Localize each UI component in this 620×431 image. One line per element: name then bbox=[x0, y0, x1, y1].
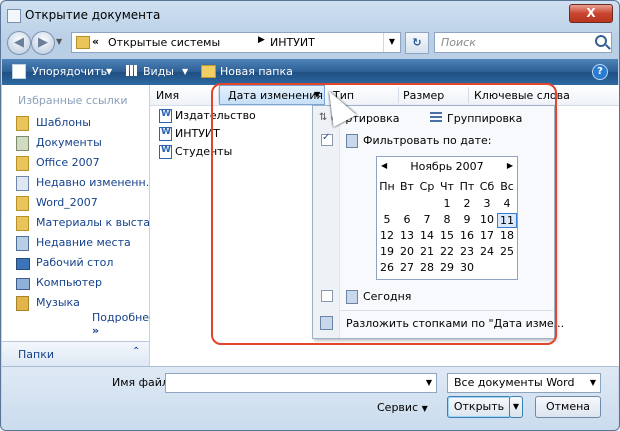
desktop-icon bbox=[16, 258, 30, 270]
folders-bar[interactable]: Папки ⌃ bbox=[2, 341, 149, 367]
word-document-icon bbox=[159, 109, 172, 123]
views-button[interactable]: Виды bbox=[143, 65, 174, 78]
sidebar-item-label: Документы bbox=[36, 136, 102, 149]
command-bar: Упорядочить ▼ Виды ▼ Новая папка ? bbox=[2, 59, 618, 85]
open-dialog: Открытие документа X ◀ ▶ ▼ « Открытые си… bbox=[0, 0, 620, 431]
address-dropdown-button[interactable]: ▼ bbox=[383, 33, 400, 52]
search-icon[interactable] bbox=[595, 35, 607, 47]
breadcrumb-overflow-icon[interactable]: « bbox=[92, 35, 99, 48]
address-bar[interactable]: « Открытые системы ▶ ИНТУИТ ▼ bbox=[71, 32, 401, 53]
open-button[interactable]: Открыть bbox=[447, 396, 511, 418]
recent-pages-dropdown[interactable]: ▼ bbox=[56, 37, 62, 46]
breadcrumb-separator-icon[interactable]: ▶ bbox=[258, 35, 265, 45]
sidebar-item-label: Word_2007 bbox=[36, 196, 98, 209]
column-header-name[interactable]: Имя bbox=[156, 89, 179, 102]
cancel-button[interactable]: Отмена bbox=[535, 396, 601, 418]
documents-icon bbox=[16, 136, 29, 151]
sidebar-item-label: Рабочий стол bbox=[36, 256, 114, 269]
folder-icon bbox=[16, 116, 29, 131]
views-dropdown-icon[interactable]: ▼ bbox=[182, 67, 188, 76]
back-button[interactable]: ◀ bbox=[7, 31, 31, 55]
title-bar: Открытие документа X bbox=[1, 1, 619, 29]
views-icon bbox=[126, 65, 137, 76]
highlight-frame bbox=[211, 83, 557, 345]
favorite-links-title: Избранные ссылки bbox=[18, 94, 128, 107]
word-document-icon bbox=[159, 145, 172, 159]
file-type-value: Все документы Word bbox=[454, 376, 575, 389]
sidebar-item-label: Материалы к выста... bbox=[36, 216, 161, 229]
breadcrumb-item[interactable]: ИНТУИТ bbox=[270, 36, 315, 49]
service-button[interactable]: Сервис ▼ bbox=[377, 401, 428, 414]
filename-dropdown-icon[interactable]: ▼ bbox=[422, 374, 436, 392]
dialog-footer: Имя файла: ▼ Все документы Word ▼ Сервис… bbox=[2, 366, 618, 430]
search-placeholder: Поиск bbox=[441, 36, 476, 49]
music-icon bbox=[16, 296, 29, 311]
window-title: Открытие документа bbox=[25, 8, 161, 22]
forward-button[interactable]: ▶ bbox=[31, 31, 55, 55]
file-type-select[interactable]: Все документы Word ▼ bbox=[447, 373, 601, 393]
sidebar-item-label: Музыка bbox=[36, 296, 80, 309]
address-row: ◀ ▶ ▼ « Открытые системы ▶ ИНТУИТ ▼ ↻ По… bbox=[1, 29, 619, 55]
computer-icon bbox=[16, 278, 30, 290]
sidebar-item-label: Office 2007 bbox=[36, 156, 100, 169]
close-button[interactable]: X bbox=[569, 4, 613, 23]
double-chevron-icon: » bbox=[92, 324, 100, 337]
folders-label: Папки bbox=[18, 348, 54, 361]
folder-icon bbox=[16, 156, 29, 171]
sidebar-item-label: Компьютер bbox=[36, 276, 102, 289]
organize-icon bbox=[12, 64, 26, 79]
organize-dropdown-icon[interactable]: ▼ bbox=[106, 67, 112, 76]
refresh-button[interactable]: ↻ bbox=[405, 32, 429, 54]
new-folder-button[interactable]: Новая папка bbox=[220, 65, 293, 78]
folder-icon bbox=[16, 216, 29, 231]
service-label: Сервис bbox=[377, 401, 419, 414]
organize-button[interactable]: Упорядочить bbox=[32, 65, 107, 78]
sidebar-item-label: Недавние места bbox=[36, 236, 131, 249]
document-icon bbox=[7, 9, 21, 23]
search-input[interactable]: Поиск bbox=[434, 32, 612, 53]
sidebar-item-label: Недавно измененн... bbox=[36, 176, 157, 189]
help-icon[interactable]: ? bbox=[592, 64, 608, 80]
chevron-up-icon[interactable]: ⌃ bbox=[132, 346, 140, 357]
breadcrumb-item[interactable]: Открытые системы bbox=[108, 36, 220, 49]
navigation-pane: Избранные ссылки Шаблоны Документы Offic… bbox=[2, 85, 161, 366]
more-links-button[interactable]: Подробнее » bbox=[92, 311, 156, 337]
folder-icon bbox=[16, 196, 29, 211]
recent-docs-icon bbox=[16, 176, 29, 191]
open-dropdown-button[interactable]: ▼ bbox=[509, 396, 523, 418]
more-label: Подробнее bbox=[92, 311, 156, 324]
sidebar-item-label: Шаблоны bbox=[36, 116, 91, 129]
new-folder-icon bbox=[201, 65, 216, 78]
recent-places-icon bbox=[16, 236, 29, 251]
file-type-dropdown-icon[interactable]: ▼ bbox=[586, 374, 600, 392]
filename-field[interactable]: ▼ bbox=[165, 373, 437, 393]
folder-icon bbox=[76, 36, 90, 49]
word-document-icon bbox=[159, 127, 172, 141]
service-dropdown-icon[interactable]: ▼ bbox=[422, 404, 428, 413]
